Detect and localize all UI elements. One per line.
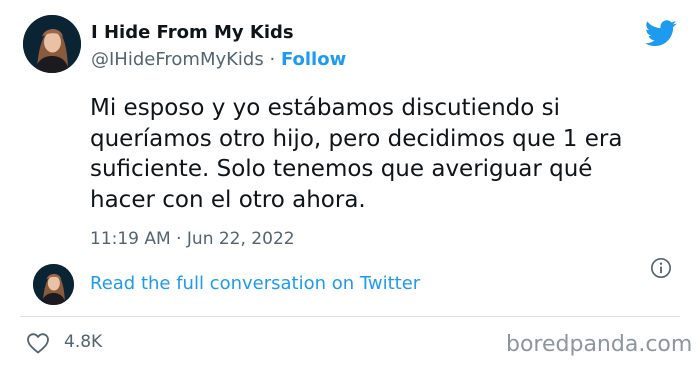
tweet-line: hacer con el otro ahora.: [90, 186, 366, 213]
avatar-image: [33, 264, 74, 305]
tweet-line: queríamos otro hijo, pero decidimos que …: [90, 125, 623, 152]
handle-separator: ·: [269, 49, 276, 70]
author-handle-line: @IHideFromMyKids · Follow: [91, 49, 346, 70]
info-icon[interactable]: [650, 257, 672, 279]
tweet-text: Mi esposo y yo estábamos discutiendo si …: [90, 93, 670, 215]
follow-button[interactable]: Follow: [281, 49, 346, 70]
author-handle[interactable]: @IHideFromMyKids: [91, 49, 264, 70]
twitter-bird-icon[interactable]: [645, 20, 677, 47]
conversation-avatar[interactable]: [33, 264, 74, 305]
tweet-timestamp[interactable]: 11:19 AM · Jun 22, 2022: [90, 229, 295, 249]
read-conversation-link[interactable]: Read the full conversation on Twitter: [90, 273, 420, 294]
tweet-line: suficiente. Solo tenemos que averiguar q…: [90, 156, 593, 182]
heart-icon[interactable]: [26, 332, 50, 354]
avatar[interactable]: [23, 15, 81, 73]
divider: [20, 316, 680, 317]
watermark: boredpanda.com: [506, 332, 693, 357]
like-count[interactable]: 4.8K: [64, 332, 102, 352]
tweet-line: Mi esposo y yo estábamos discutiendo si: [90, 95, 561, 121]
author-name[interactable]: I Hide From My Kids: [91, 22, 294, 43]
avatar-image: [23, 15, 81, 73]
